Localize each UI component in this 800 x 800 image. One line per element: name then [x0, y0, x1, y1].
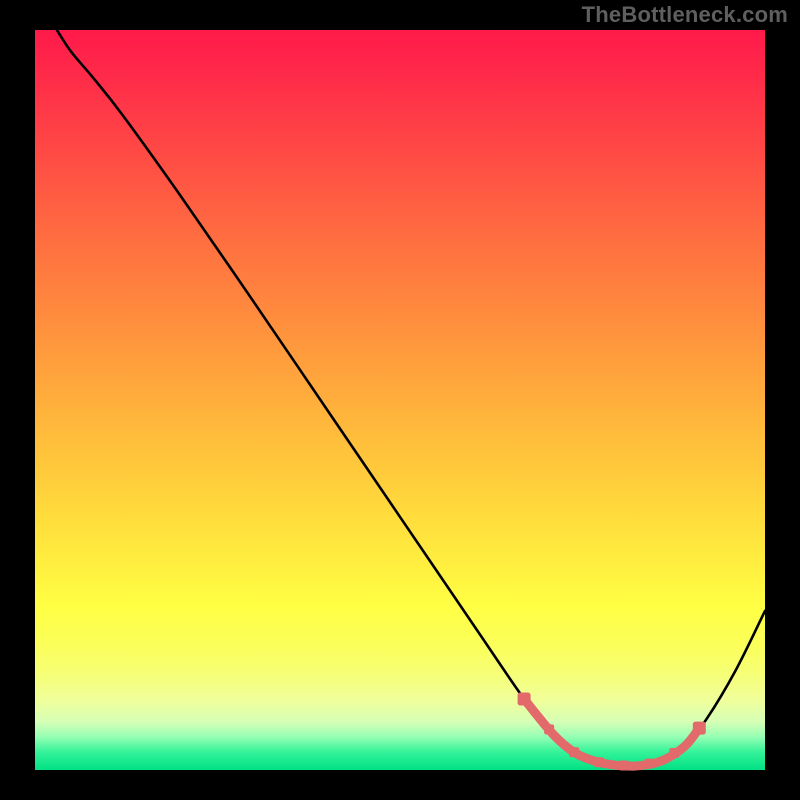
watermark: TheBottleneck.com	[582, 2, 788, 28]
bottleneck-chart	[0, 0, 800, 800]
gradient-background	[35, 30, 765, 770]
chart-stage: TheBottleneck.com	[0, 0, 800, 800]
